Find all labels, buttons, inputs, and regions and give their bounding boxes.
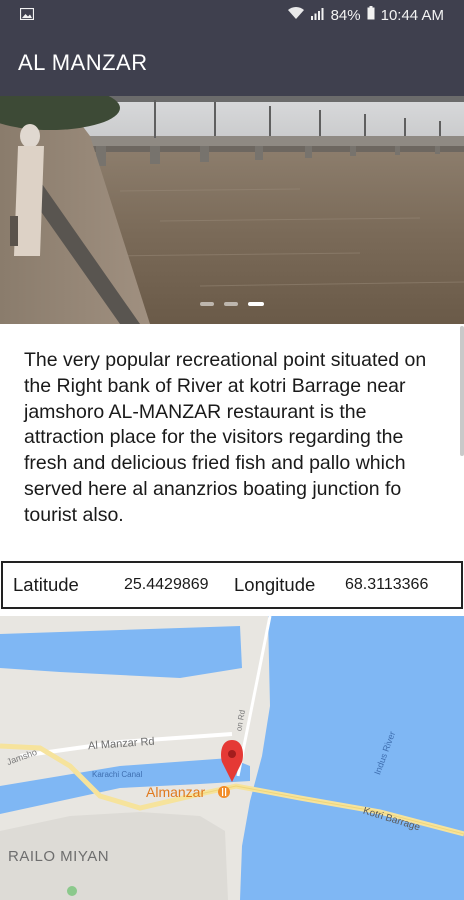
page-title: AL MANZAR — [18, 50, 148, 75]
app-bar: AL MANZAR — [0, 30, 464, 96]
carousel-dot[interactable] — [200, 302, 214, 306]
longitude-label: Longitude — [234, 574, 316, 595]
status-right: 84% 10:44 AM — [287, 6, 444, 24]
scrollbar[interactable] — [460, 326, 464, 456]
image-icon — [19, 7, 35, 24]
status-bar: 84% 10:44 AM — [0, 0, 464, 30]
latitude-value: 25.4429869 — [124, 576, 209, 593]
wifi-icon — [287, 6, 305, 24]
carousel-indicators — [0, 302, 464, 306]
carousel-dot-active[interactable] — [248, 302, 264, 306]
battery-icon — [367, 6, 375, 24]
latitude-label: Latitude — [13, 574, 79, 595]
signal-icon — [310, 7, 325, 24]
status-left — [19, 7, 35, 24]
longitude-value: 68.3113366 — [345, 576, 429, 593]
place-label-almanzar[interactable]: Almanzar — [146, 784, 205, 800]
coordinates-row: Latitude 25.4429869 Longitude 68.3113366 — [1, 561, 463, 609]
clock: 10:44 AM — [380, 6, 444, 24]
hero-photo — [0, 96, 464, 324]
location-map[interactable]: Al Manzar Rd Jamsho Karachi Canal Almanz… — [0, 616, 464, 900]
restaurant-icon[interactable] — [218, 786, 230, 798]
area-label: RAILO MIYAN — [8, 848, 110, 865]
carousel-dot[interactable] — [224, 302, 238, 306]
image-carousel[interactable] — [0, 96, 464, 324]
battery-percent: 84% — [330, 6, 361, 24]
place-description: The very popular recreational point situ… — [24, 349, 427, 526]
canal-label: Karachi Canal — [92, 770, 143, 779]
